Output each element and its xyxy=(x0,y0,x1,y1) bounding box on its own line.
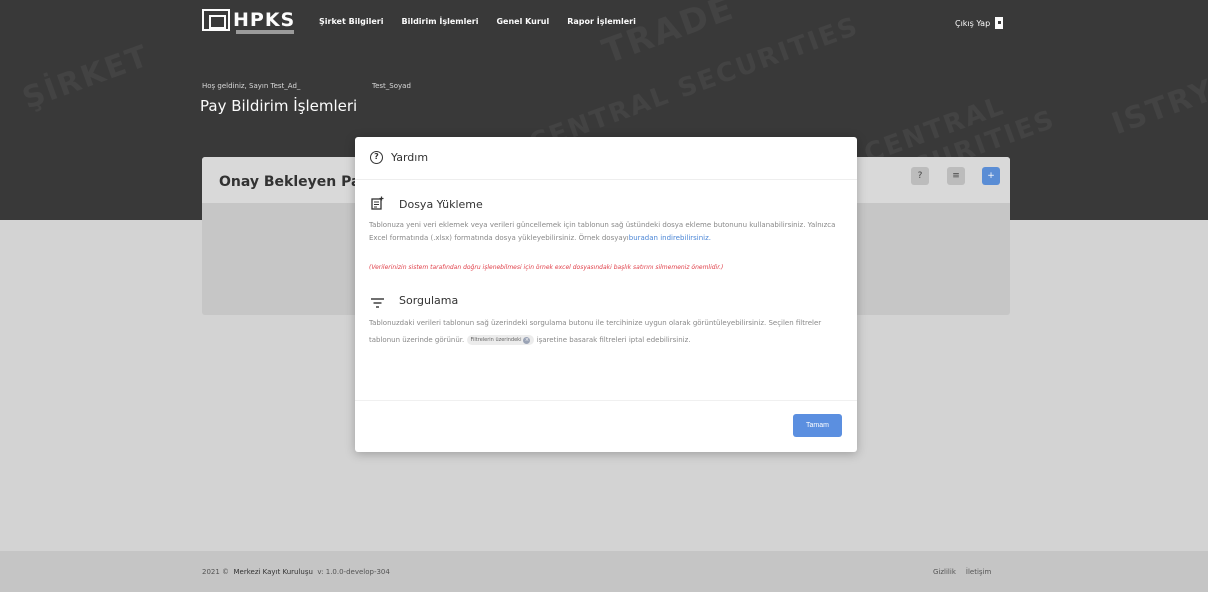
filter-chip-example: Filtrelerin üzerindeki × xyxy=(466,335,535,345)
upload-section-text: Tablonuza yeni veri eklemek veya veriler… xyxy=(369,219,845,245)
dialog-title: Yardım xyxy=(391,151,429,164)
ok-button[interactable]: Tamam xyxy=(793,414,842,437)
upload-file-icon xyxy=(371,196,384,213)
upload-warning-note: (Verilerinizin sistem tarafından doğru i… xyxy=(369,264,724,271)
filter-icon xyxy=(371,297,384,311)
dialog-header: ? Yardım xyxy=(355,137,857,180)
help-circle-icon: ? xyxy=(370,151,383,164)
dialog-footer-divider xyxy=(355,400,857,401)
upload-section-title: Dosya Yükleme xyxy=(399,198,483,211)
filter-chip-label: Filtrelerin üzerindeki xyxy=(470,337,522,343)
help-dialog: ? Yardım Dosya Yükleme Tablonuza yeni ve… xyxy=(355,137,857,452)
query-description-end: işaretine basarak filtreleri iptal edebi… xyxy=(536,336,691,344)
query-section-title: Sorgulama xyxy=(399,294,459,307)
query-section-text: Tablonuzdaki verileri tablonun sağ üzeri… xyxy=(369,315,839,349)
chip-close-icon: × xyxy=(523,337,531,344)
sample-file-download-link[interactable]: buradan indirebilirsiniz. xyxy=(629,234,711,242)
upload-description: Tablonuza yeni veri eklemek veya veriler… xyxy=(369,221,836,242)
